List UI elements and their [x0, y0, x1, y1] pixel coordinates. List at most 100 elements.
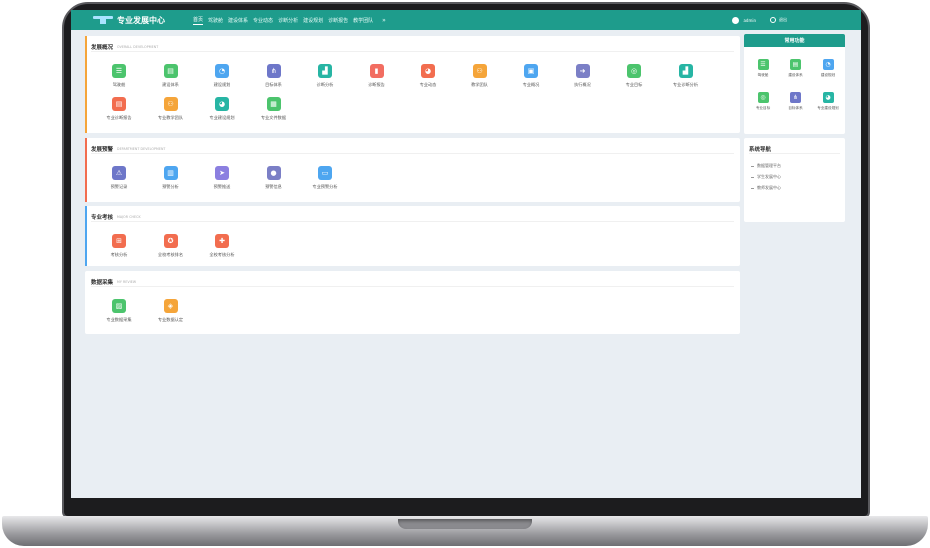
tile-target[interactable]: ◎ 专业目标 — [746, 92, 780, 120]
power-icon[interactable] — [770, 17, 776, 23]
tile-label: 专业预警分析 — [312, 184, 338, 189]
tile-chart-up[interactable]: ▟ 诊断分析 — [299, 64, 351, 94]
tile-shield[interactable]: ◈ 专业数据认定 — [145, 299, 197, 329]
hierarchy-icon: ⋔ — [266, 64, 281, 78]
message-icon: ● — [266, 166, 281, 180]
system-link-label: 教师发展中心 — [757, 185, 781, 190]
tile-label: 建设体系 — [788, 73, 803, 77]
chart-up-icon: ▟ — [318, 64, 332, 78]
panel-header: 数据采集 MY REVIEW — [91, 277, 734, 287]
menu-more-icon[interactable]: » — [382, 17, 386, 24]
tile-hierarchy[interactable]: ⋔ 目标体系 — [779, 92, 813, 120]
tile-label: 诊断报告 — [368, 82, 385, 87]
tile-group[interactable]: ⚇ 教学团队 — [454, 64, 506, 94]
tile-compass[interactable]: ◔ 建设规划 — [811, 59, 845, 87]
tile-chart-up[interactable]: ▟ 专业诊断分析 — [660, 64, 712, 94]
list-icon: ☰ — [757, 59, 769, 70]
tile-list[interactable]: ☰ 驾驶舱 — [93, 64, 145, 94]
panel-accent — [85, 206, 87, 266]
system-link-teacher[interactable]: 教师发展中心 — [751, 185, 781, 191]
tile-label: 预警分析 — [162, 184, 179, 189]
tile-puzzle[interactable]: ✚ 全校考核分析 — [196, 234, 248, 264]
brand[interactable]: 专业发展中心 — [93, 15, 193, 26]
tile-pie[interactable]: ◕ 专业动态 — [402, 64, 454, 94]
laptop-frame: 专业发展中心 首页 驾驶舱 建设体系 专业动态 诊断分析 建设规划 诊断报告 教… — [0, 0, 930, 548]
tile-label: 专业概况 — [522, 82, 540, 87]
menu-item-home[interactable]: 首页 — [193, 15, 204, 25]
panel-overview: 发展概况 OVERALL DEVELOPMENT ☰ 驾驶舱 ▤ 建设体系 ◔ 建设规划 ⋔… — [85, 36, 740, 133]
menu-item-team[interactable]: 教学团队 — [353, 16, 373, 25]
tile-label: 教学团队 — [471, 82, 488, 87]
send-icon: ➤ — [215, 166, 229, 180]
tile-document[interactable]: ▤ 专业诊断报告 — [93, 97, 145, 127]
bullet-icon — [751, 187, 754, 189]
menu-item-cockpit[interactable]: 驾驶舱 — [208, 16, 223, 25]
tile-card[interactable]: ▤ 建设体系 — [779, 59, 813, 87]
app-title: 专业发展中心 — [117, 15, 165, 25]
tile-label: 目标体系 — [788, 106, 803, 110]
panel-title: 发展预警 — [91, 146, 114, 153]
app-screen: 专业发展中心 首页 驾驶舱 建设体系 专业动态 诊断分析 建设规划 诊断报告 教… — [71, 10, 861, 498]
tile-image[interactable]: ▨ 专业数据采集 — [93, 299, 145, 329]
tile-label: 专业教学团队 — [157, 115, 184, 120]
tile-label: 专业诊断分析 — [672, 82, 699, 87]
tile-bar-chart[interactable]: ▮ 诊断报告 — [351, 64, 403, 94]
tile-group[interactable]: ⚇ 专业教学团队 — [145, 97, 197, 127]
panel-accent — [85, 36, 87, 133]
tile-analysis[interactable]: ▥ 预警分析 — [145, 166, 197, 196]
tile-label: 考核分析 — [110, 252, 128, 257]
logout-link[interactable]: 退出 — [779, 17, 787, 23]
menu-item-analysis[interactable]: 诊断分析 — [278, 16, 298, 25]
tile-message[interactable]: ● 预警信息 — [248, 166, 300, 196]
system-link-data-platform[interactable]: 数据管理平台 — [751, 163, 781, 169]
tile-label: 专业文件数据 — [260, 115, 287, 120]
panel-warning: 发展预警 DEPARTMENT DEVELOPMENT ⚠ 预警记录 ▥ 预警分析 ➤ 预… — [85, 138, 740, 202]
menu-item-system[interactable]: 建设体系 — [228, 16, 248, 25]
tile-target[interactable]: ◎ 专业目标 — [608, 64, 660, 94]
tile-card[interactable]: ▤ 建设体系 — [145, 64, 197, 94]
panel-title: 数据采集 — [91, 279, 114, 286]
menu-item-report[interactable]: 诊断报告 — [328, 16, 348, 25]
system-link-label: 数据管理平台 — [757, 163, 781, 168]
menu-item-planning[interactable]: 建设规划 — [303, 16, 323, 25]
tile-medal[interactable]: ✪ 全校考核排名 — [145, 234, 197, 264]
quick-header: 常用功能 — [744, 34, 845, 47]
tile-label: 驾驶舱 — [112, 82, 126, 87]
tile-pie[interactable]: ◕ 专业建设规划 — [811, 92, 845, 120]
tile-label: 专业数据认定 — [157, 317, 184, 322]
tile-pie[interactable]: ◕ 专业建设规划 — [196, 97, 248, 127]
monitor-icon: ▭ — [318, 166, 332, 180]
group-icon: ⚇ — [472, 64, 487, 78]
tile-send[interactable]: ➤ 预警推送 — [196, 166, 248, 196]
panel-header: 专业考核 MAJOR CHECK — [91, 212, 734, 222]
tile-label: 专业数据采集 — [106, 317, 132, 322]
tile-list[interactable]: ☰ 驾驶舱 — [746, 59, 780, 87]
tile-label: 驾驶舱 — [757, 73, 769, 77]
system-link-student[interactable]: 学生发展中心 — [751, 174, 781, 180]
tile-compass[interactable]: ◔ 建设规划 — [196, 64, 248, 94]
file-icon: ▦ — [266, 97, 281, 111]
tile-user-alert[interactable]: ⚠ 预警记录 — [93, 166, 145, 196]
image-icon: ▨ — [112, 299, 126, 313]
tile-monitor[interactable]: ▭ 专业预警分析 — [299, 166, 351, 196]
tile-hierarchy[interactable]: ⋔ 目标体系 — [248, 64, 300, 94]
shield-icon: ◈ — [163, 299, 178, 313]
tile-label: 专业动态 — [419, 82, 437, 87]
tile-label: 全校考核分析 — [209, 252, 235, 257]
pie-icon: ◕ — [215, 97, 229, 111]
analysis-icon: ▥ — [163, 166, 178, 180]
tile-label: 预警推送 — [213, 184, 231, 189]
tile-exit[interactable]: ➜ 执行概况 — [557, 64, 609, 94]
menu-item-news[interactable]: 专业动态 — [253, 16, 273, 25]
chart-up-icon: ▟ — [678, 64, 693, 78]
user-name[interactable]: admin — [743, 18, 756, 23]
medal-icon: ✪ — [163, 234, 178, 248]
panel-check: 专业考核 MAJOR CHECK ⊞ 考核分析 ✪ 全校考核排名 ✚ 全校考核分析 — [85, 206, 740, 266]
tile-file[interactable]: ▦ 专业文件数据 — [248, 97, 300, 127]
compass-icon: ◔ — [215, 64, 229, 78]
panel-title: 系统导航 — [749, 146, 772, 153]
avatar-icon[interactable] — [732, 16, 740, 24]
tile-label: 专业目标 — [755, 106, 771, 110]
tile-org-chart[interactable]: ⊞ 考核分析 — [93, 234, 145, 264]
tile-save[interactable]: ▣ 专业概况 — [505, 64, 557, 94]
